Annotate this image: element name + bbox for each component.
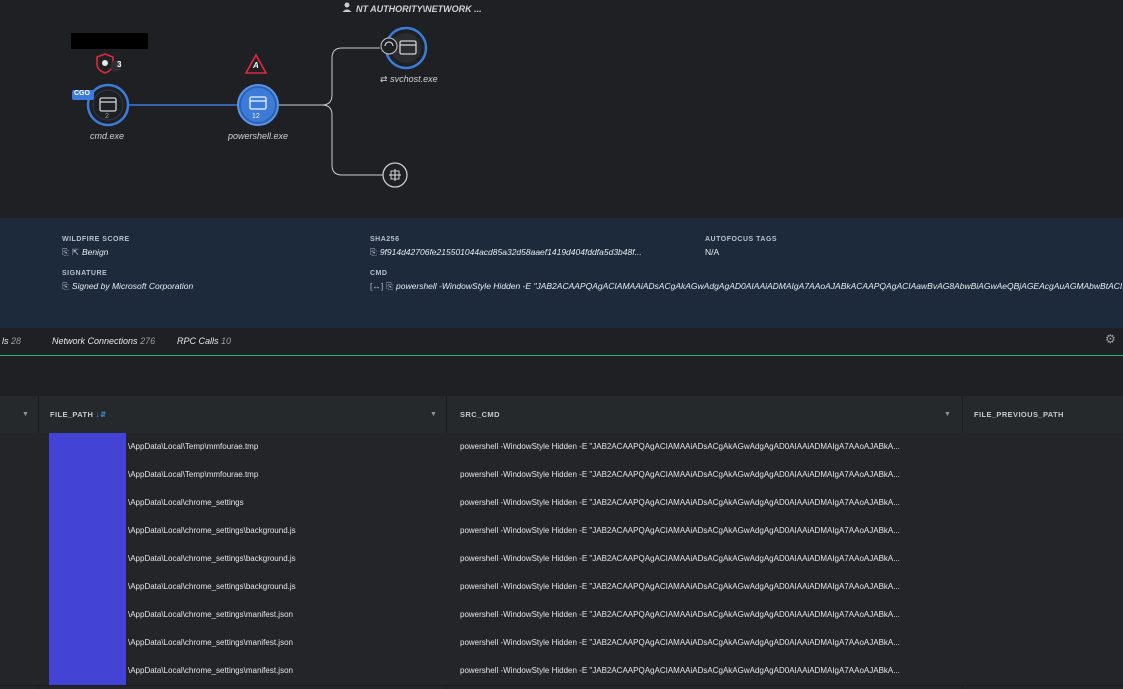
src-cmd-cell: powershell -WindowStyle Hidden -E "JAB2A… xyxy=(460,526,900,535)
table-row[interactable]: \AppData\Local\chrome_settings powershell… xyxy=(0,489,1123,518)
signature-text: Signed by Microsoft Corporation xyxy=(71,281,194,291)
src-cmd-cell: powershell -WindowStyle Hidden -E "JAB2A… xyxy=(460,638,900,647)
autofocus-tags-label: AUTOFOCUS TAGS xyxy=(705,236,778,243)
filter-icon[interactable]: ▼ xyxy=(944,396,951,433)
src-cmd-cell: powershell -WindowStyle Hidden -E "JAB2A… xyxy=(460,554,900,563)
cgo-badge: CGO xyxy=(74,90,90,97)
process-info-panel: WILDFIRE SCORE ⎘ ⇱ Benign SHA256 ⎘ 9f914d42… xyxy=(0,218,1123,328)
file-path-cell: \AppData\Local\Temp\mmfourae.tmp xyxy=(128,470,259,479)
user-icon xyxy=(342,2,352,12)
file-path-cell: \AppData\Local\chrome_settings xyxy=(128,498,244,507)
process-graph[interactable]: NT AUTHORITY\NETWORK ... CGO 3 2 cmd.exe… xyxy=(0,0,1123,218)
file-path-cell: \AppData\Local\chrome_settings\backgroun… xyxy=(128,582,296,591)
tab-count: 10 xyxy=(221,336,232,346)
tab-partial[interactable]: ls 28 xyxy=(2,336,21,346)
column-header-file-previous-path[interactable]: FILE_PREVIOUS_PATH xyxy=(974,396,1064,433)
copy-icon[interactable]: ⎘ xyxy=(386,281,393,291)
cmd-value[interactable]: [↔] ⎘ powershell -WindowStyle Hidden -E "J… xyxy=(370,281,1123,292)
table-header: ▼ FILE_PATH ↓⇵ ▼ SRC_CMD ▼ FILE_PREVIOUS… xyxy=(0,396,1123,434)
powershell-label[interactable]: powershell.exe xyxy=(228,131,288,141)
copy-icon[interactable]: ⎘ xyxy=(370,247,377,257)
node-network xyxy=(382,162,408,188)
table-row[interactable]: \AppData\Local\chrome_settings\manifest.… xyxy=(0,629,1123,658)
svchost-label: svchost.exe xyxy=(390,74,438,84)
file-path-cell: \AppData\Local\Temp\mmfourae.tmp xyxy=(128,442,259,451)
sha256-value[interactable]: ⎘ 9f914d42706fe215501044acd85a32d58aaef14… xyxy=(370,247,690,258)
filter-icon[interactable]: ▼ xyxy=(22,396,29,433)
wildfire-score-label: WILDFIRE SCORE xyxy=(62,236,130,243)
alert-letter: A xyxy=(253,61,259,70)
external-link-icon[interactable]: ⇱ xyxy=(72,247,79,257)
src-cmd-cell: powershell -WindowStyle Hidden -E "JAB2A… xyxy=(460,666,900,675)
table-toolbar xyxy=(0,356,1123,396)
node-svchost xyxy=(380,26,428,70)
expand-icon[interactable]: [↔] xyxy=(370,281,383,291)
tab-label: RPC Calls xyxy=(177,336,219,346)
file-path-cell: \AppData\Local\chrome_settings\manifest.… xyxy=(128,610,293,619)
redacted-box xyxy=(49,433,126,685)
table-row[interactable]: \AppData\Local\chrome_settings\backgroun… xyxy=(0,545,1123,574)
table-row[interactable]: \AppData\Local\Temp\mmfourae.tmp powershe… xyxy=(0,433,1123,462)
user-label: NT AUTHORITY\NETWORK ... xyxy=(356,4,482,14)
tab-count: 276 xyxy=(140,336,156,346)
powershell-count: 12 xyxy=(252,113,260,120)
redacted-box xyxy=(71,33,148,49)
alert-count: 3 xyxy=(117,60,122,69)
data-table: ▼ FILE_PATH ↓⇵ ▼ SRC_CMD ▼ FILE_PREVIOUS… xyxy=(0,396,1123,689)
src-cmd-cell: powershell -WindowStyle Hidden -E "JAB2A… xyxy=(460,470,900,479)
tab-label: Network Connections xyxy=(52,336,138,346)
src-cmd-cell: powershell -WindowStyle Hidden -E "JAB2A… xyxy=(460,442,900,451)
wildfire-score-value[interactable]: ⎘ ⇱ Benign xyxy=(62,247,108,258)
src-cmd-cell: powershell -WindowStyle Hidden -E "JAB2A… xyxy=(460,610,900,619)
tab-count: 28 xyxy=(11,336,22,346)
edge-powershell-network xyxy=(321,104,383,176)
filter-icon[interactable]: ▼ xyxy=(430,396,437,433)
table-row[interactable]: \AppData\Local\chrome_settings\manifest.… xyxy=(0,601,1123,630)
autofocus-tags-value: N/A xyxy=(705,247,720,257)
edge-powershell-svchost xyxy=(276,47,380,106)
signature-value[interactable]: ⎘ Signed by Microsoft Corporation xyxy=(62,281,193,292)
wildfire-value-text: Benign xyxy=(81,247,109,257)
sha256-text: 9f914d42706fe215501044acd85a32d58aaef141… xyxy=(379,247,642,257)
tab-rpc-calls[interactable]: RPC Calls 10 xyxy=(177,336,231,346)
file-path-cell: \AppData\Local\chrome_settings\manifest.… xyxy=(128,666,293,675)
settings-icon[interactable]: ⚙ xyxy=(1105,332,1119,346)
graph-canvas xyxy=(72,2,428,188)
tab-network-connections[interactable]: Network Connections 276 xyxy=(52,336,155,346)
cmd-count: 2 xyxy=(105,113,109,120)
src-cmd-cell: powershell -WindowStyle Hidden -E "JAB2A… xyxy=(460,582,900,591)
cmd-label: CMD xyxy=(370,270,388,277)
file-path-cell: \AppData\Local\chrome_settings\backgroun… xyxy=(128,554,296,563)
src-cmd-cell: powershell -WindowStyle Hidden -E "JAB2A… xyxy=(460,498,900,507)
signature-label: SIGNATURE xyxy=(62,270,108,277)
sort-icon[interactable]: ↓⇵ xyxy=(96,410,107,419)
sha256-label: SHA256 xyxy=(370,236,400,243)
table-row[interactable]: \AppData\Local\chrome_settings\manifest.… xyxy=(0,657,1123,686)
file-path-cell: \AppData\Local\chrome_settings\backgroun… xyxy=(128,526,296,535)
file-path-cell: \AppData\Local\chrome_settings\manifest.… xyxy=(128,638,293,647)
column-header-file-path[interactable]: FILE_PATH ↓⇵ xyxy=(50,396,107,433)
copy-icon[interactable]: ⎘ xyxy=(62,247,69,257)
column-header-src-cmd[interactable]: SRC_CMD xyxy=(460,396,500,433)
cmd-text: powershell -WindowStyle Hidden -E "JAB2A… xyxy=(396,281,1123,291)
cmd-label[interactable]: cmd.exe xyxy=(90,131,124,141)
refresh-icon: ⇄ xyxy=(380,74,388,84)
tab-label: ls xyxy=(2,336,9,346)
column-label: FILE_PATH xyxy=(50,410,94,419)
copy-icon[interactable]: ⎘ xyxy=(62,281,69,291)
svchost-label-wrap[interactable]: ⇄ svchost.exe xyxy=(380,74,438,85)
table-row[interactable]: \AppData\Local\chrome_settings\backgroun… xyxy=(0,517,1123,546)
tab-bar: ls 28 Network Connections 276 RPC Calls … xyxy=(0,328,1123,356)
table-row[interactable]: \AppData\Local\Temp\mmfourae.tmp powershe… xyxy=(0,461,1123,490)
table-row[interactable]: \AppData\Local\chrome_settings\backgroun… xyxy=(0,573,1123,602)
